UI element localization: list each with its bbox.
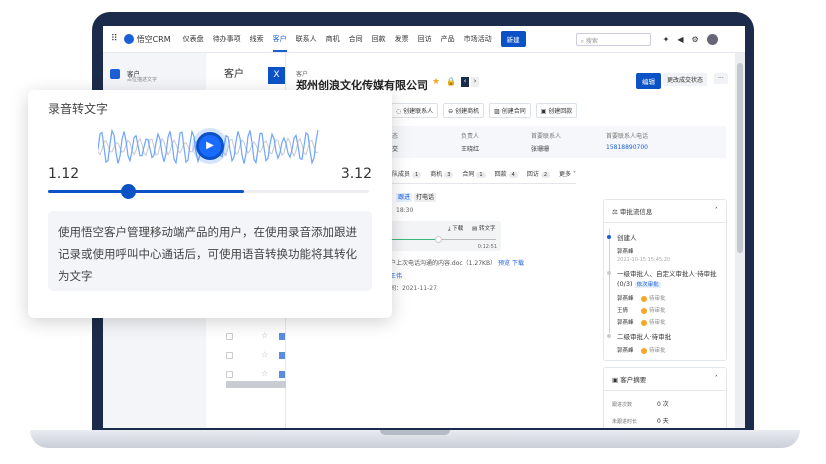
detail-tab[interactable]: 更多 ˅	[559, 169, 576, 178]
summary-row: 跟进次数 0 次	[612, 401, 669, 408]
laptop-base	[30, 430, 800, 448]
action-button[interactable]: ▨ 创建合同	[489, 103, 531, 118]
nav-item[interactable]: 发票	[395, 34, 409, 44]
collapse-icon: ˄	[714, 206, 718, 214]
list-row[interactable]: ☆	[226, 369, 286, 381]
close-button[interactable]: X	[268, 67, 285, 84]
company-icon	[279, 371, 285, 378]
gear-icon[interactable]: ⚙	[692, 35, 699, 44]
nav-item[interactable]: 待办事项	[213, 34, 241, 44]
checkbox[interactable]	[226, 333, 233, 340]
speech-to-text-popup: 录音转文字 ▶ 1.12 3.12 使用悟空客户管理移动端产品的用户，在使用录音…	[28, 90, 392, 318]
record-date: 2021-11-27	[402, 285, 437, 292]
list-row[interactable]: ☆	[226, 350, 286, 362]
top-nav: ⠿ 悟空CRM 仪表盘 待办事项 线索 客户 联系人 商机 合同 回款 发票 回访 产品 市场活动 新…	[103, 26, 745, 53]
info-field: 负责人 王晓红	[461, 133, 480, 153]
play-button[interactable]: ▶	[196, 132, 224, 160]
summary-row: 未跟进时长 0 天	[612, 418, 669, 425]
nav-item[interactable]: 回访	[418, 34, 432, 44]
checkbox[interactable]	[226, 371, 233, 378]
checkbox[interactable]	[226, 352, 233, 359]
nav-item[interactable]: 商机	[326, 34, 340, 44]
attachment-name: 客户上次电话沟通的内容.doc（1.27KB）	[384, 260, 497, 267]
logo-icon	[123, 34, 134, 44]
logo: 悟空CRM	[136, 34, 171, 44]
vertical-scrollbar[interactable]	[735, 53, 745, 428]
list-row[interactable]: ☆	[226, 331, 286, 343]
star-icon[interactable]: ☆	[261, 331, 268, 340]
approval-header[interactable]: ⚖ 审批流信息 ˄	[604, 200, 726, 223]
horizontal-scrollbar[interactable]	[226, 381, 286, 388]
download-link[interactable]: 下载	[512, 260, 524, 267]
change-status-button[interactable]: 更改成交状态	[663, 73, 708, 86]
summary-header[interactable]: ▣ 客户摘要 ˄	[604, 368, 726, 391]
action-button[interactable]: ⊖ 创建商机	[443, 103, 485, 118]
progress-thumb[interactable]	[121, 184, 137, 199]
audio-duration: 0:12:51	[477, 244, 497, 250]
popup-title: 录音转文字	[48, 102, 109, 116]
star-icon[interactable]: ★	[432, 77, 440, 87]
tag-call: 打电话	[413, 193, 436, 202]
apps-grid-icon[interactable]: ⠿	[111, 34, 118, 44]
tag-follow: 跟进	[396, 193, 413, 202]
audio-slider-thumb[interactable]	[435, 236, 443, 243]
approval-step: 一级审批人、自定义审批人·待审批(0/3) 依次审批 郭燕峰 待审批 王倩 待审批 郭燕峰…	[607, 269, 726, 326]
pin-icon[interactable]: ✦	[663, 35, 670, 44]
action-button[interactable]: ▣ 创建回款	[535, 103, 578, 118]
nav-item[interactable]: 客户	[272, 26, 287, 52]
action-button[interactable]: ◌ 创建联系人	[391, 103, 439, 118]
company-icon	[279, 333, 285, 340]
to-text-button[interactable]: ▤ 转文字	[472, 224, 495, 232]
detail-tab[interactable]: 合同 1	[462, 169, 486, 178]
prev-button[interactable]: ‹	[461, 77, 469, 87]
detail-tab[interactable]: 回款 4	[495, 169, 518, 178]
download-audio-button[interactable]: ⤓ 下载	[448, 224, 463, 233]
detail-tab[interactable]: 回访 2	[527, 169, 551, 178]
company-icon	[279, 352, 285, 359]
nav-item[interactable]: 仪表盘	[183, 34, 204, 44]
nav-item[interactable]: 线索	[250, 34, 264, 44]
approval-card: ⚖ 审批流信息 ˄ 创建人 郭燕峰 2021-10-15 15:45:20 一级审批人、…	[603, 199, 727, 361]
sidebar-subtitle: 占位描述文字	[127, 77, 158, 83]
approval-step: 二级审批人·待审批 郭燕峰 待审批	[607, 332, 726, 354]
start-time: 1.12	[48, 166, 80, 182]
more-button[interactable]: ···	[714, 73, 728, 84]
approval-step: 创建人 郭燕峰 2021-10-15 15:45:20	[607, 233, 726, 263]
end-time: 3.12	[340, 166, 372, 182]
info-field: 首要联系人电话 15818890700	[606, 133, 649, 151]
record-time: 18:30	[396, 207, 414, 214]
star-icon[interactable]: ☆	[261, 369, 268, 378]
nav-item[interactable]: 联系人	[296, 34, 317, 44]
speaker-icon[interactable]: ◀	[677, 35, 683, 44]
summary-card: ▣ 客户摘要 ˄ 跟进次数 0 次未跟进时长 0 天	[603, 367, 727, 428]
info-field: 首要联系人 张珊珊	[531, 133, 562, 153]
lock-icon: 🔒	[446, 77, 456, 86]
search-input[interactable]: ⌕ 搜索	[575, 32, 651, 46]
avatar[interactable]	[706, 33, 718, 45]
detail-tab[interactable]: 商机 3	[430, 169, 454, 178]
nav-item[interactable]: 市场活动	[464, 34, 492, 44]
preview-link[interactable]: 预览	[498, 260, 510, 267]
new-button[interactable]: 新建	[500, 31, 526, 47]
nav-item[interactable]: 回款	[372, 34, 386, 44]
next-button[interactable]: ›	[471, 77, 479, 87]
list-title: 客户	[224, 69, 244, 80]
customer-icon	[110, 69, 120, 79]
audio-player: ⤓ 下载 ▤ 转文字 0:12:51	[386, 221, 501, 251]
transcript-text: 使用悟空客户管理移动端产品的用户，在使用录音添加跟进记录或使用呼叫中心通话后，可…	[48, 211, 372, 291]
nav-item[interactable]: 合同	[349, 34, 363, 44]
star-icon[interactable]: ☆	[261, 350, 268, 359]
edit-button[interactable]: 编辑	[636, 73, 661, 89]
progress-fill	[48, 190, 244, 193]
nav-item[interactable]: 产品	[441, 34, 455, 44]
